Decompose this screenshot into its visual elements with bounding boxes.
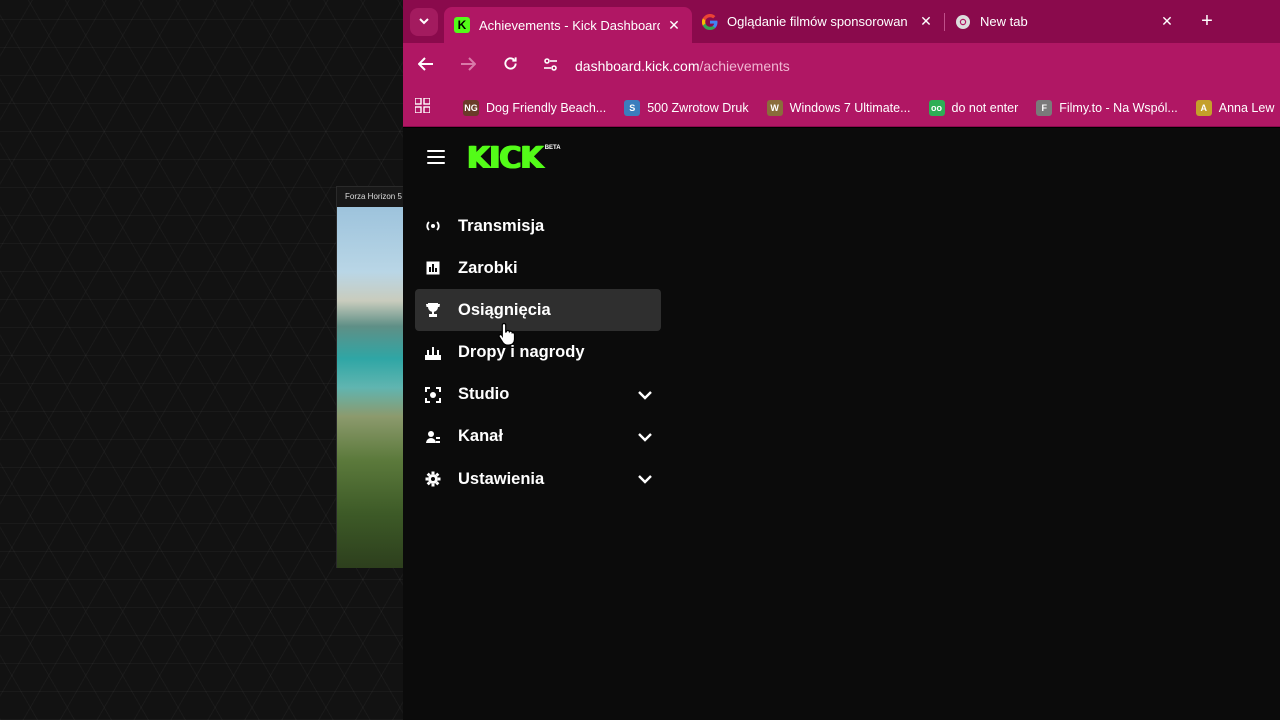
bookmark-label: Filmy.to - Na Wspól... bbox=[1059, 100, 1178, 115]
bookmark-label: Dog Friendly Beach... bbox=[486, 100, 607, 115]
new-tab-button[interactable]: + bbox=[1193, 10, 1221, 33]
close-icon[interactable]: ✕ bbox=[1159, 13, 1175, 30]
broadcast-icon bbox=[424, 217, 442, 235]
bookmark-favicon-icon: F bbox=[1036, 99, 1053, 116]
tab-achievements[interactable]: K Achievements - Kick Dashboard ✕ bbox=[444, 7, 692, 43]
trophy-icon bbox=[424, 301, 442, 319]
site-info-button[interactable] bbox=[543, 58, 565, 74]
forward-button[interactable] bbox=[449, 56, 487, 76]
sidebar-item-trophy[interactable]: Osiągnięcia bbox=[415, 289, 661, 332]
back-arrow-icon bbox=[417, 57, 433, 71]
sidebar-item-label: Transmisja bbox=[458, 216, 545, 235]
address-bar[interactable]: dashboard.kick.com/achievements bbox=[575, 58, 790, 74]
bookmark-favicon-icon: NG bbox=[463, 99, 479, 116]
sidebar-item-label: Osiągnięcia bbox=[458, 300, 551, 319]
forward-arrow-icon bbox=[461, 57, 477, 71]
chevron-down-icon[interactable] bbox=[637, 471, 653, 487]
sidebar-item-channel[interactable]: Kanał bbox=[415, 416, 661, 458]
close-icon[interactable]: ✕ bbox=[918, 13, 934, 30]
browser-window: K Achievements - Kick Dashboard ✕ Ogląda… bbox=[403, 0, 1280, 720]
chevron-down-icon[interactable] bbox=[637, 387, 653, 403]
tab-google[interactable]: Oglądanie filmów sponsorowan ✕ bbox=[692, 0, 944, 43]
top-navigation: KICK BETA bbox=[403, 128, 1280, 190]
bookmark-favicon-icon: W bbox=[766, 99, 783, 116]
tune-icon bbox=[544, 58, 557, 71]
browser-toolbar: dashboard.kick.com/achievements bbox=[403, 43, 1280, 89]
kick-logo[interactable]: KICK BETA bbox=[467, 142, 561, 176]
bookmark-label: 500 Zwrotow Druk bbox=[647, 100, 749, 115]
chrome-icon bbox=[955, 14, 971, 30]
bookmark-favicon-icon: A bbox=[1195, 99, 1212, 116]
sidebar-item-earnings-chart[interactable]: Zarobki bbox=[415, 247, 661, 289]
sidebar-item-label: Zarobki bbox=[458, 258, 518, 277]
tab-label: Achievements - Kick Dashboard bbox=[479, 17, 660, 33]
tab-label: New tab bbox=[980, 14, 1028, 29]
bookmark-label: do not enter bbox=[951, 100, 1019, 115]
apps-grid-icon[interactable] bbox=[414, 97, 445, 117]
chevron-down-icon bbox=[419, 18, 429, 25]
hamburger-menu-icon[interactable] bbox=[427, 150, 445, 164]
back-button[interactable] bbox=[407, 56, 445, 76]
tab-label: Oglądanie filmów sponsorowan bbox=[727, 14, 908, 29]
sidebar-item-studio[interactable]: Studio bbox=[415, 374, 661, 416]
bookmark-label: Anna Lew bbox=[1218, 100, 1275, 115]
bookmark-item[interactable]: F Filmy.to - Na Wspól... bbox=[1036, 99, 1178, 116]
bookmark-item[interactable]: S 500 Zwrotow Druk bbox=[624, 99, 749, 116]
kick-dashboard-page: KICK BETA Transmisja Zarobki Osiągnięcia Dr… bbox=[403, 128, 1280, 720]
reload-button[interactable] bbox=[491, 56, 529, 76]
url-host: dashboard.kick.com bbox=[575, 58, 700, 74]
bookmark-item[interactable]: NG Dog Friendly Beach... bbox=[463, 99, 607, 116]
bookmark-favicon-icon: oo bbox=[928, 99, 945, 116]
sidebar-item-broadcast[interactable]: Transmisja bbox=[415, 205, 661, 247]
sidebar-item-label: Dropy i nagrody bbox=[458, 343, 585, 362]
gear-icon bbox=[424, 470, 442, 488]
sidebar-item-gear[interactable]: Ustawienia bbox=[415, 458, 661, 500]
studio-icon bbox=[424, 386, 442, 404]
dashboard-sidebar: Transmisja Zarobki Osiągnięcia Dropy i nagr… bbox=[415, 205, 661, 500]
bookmark-item[interactable]: W Windows 7 Ultimate... bbox=[766, 99, 911, 116]
bookmark-item[interactable]: oo do not enter bbox=[928, 99, 1019, 116]
sidebar-item-label: Studio bbox=[458, 385, 510, 404]
google-icon bbox=[702, 13, 718, 30]
url-path: /achievements bbox=[699, 58, 790, 74]
sidebar-item-label: Kanał bbox=[458, 427, 503, 446]
close-icon[interactable]: ✕ bbox=[666, 17, 682, 34]
bookmark-favicon-icon: S bbox=[624, 99, 641, 116]
tab-new-tab[interactable]: New tab ✕ bbox=[945, 0, 1185, 43]
bookmarks-bar: NG Dog Friendly Beach... S 500 Zwrotow Druk… bbox=[403, 89, 1280, 127]
bookmark-item[interactable]: A Anna Lew bbox=[1195, 99, 1275, 116]
drops-icon bbox=[424, 344, 442, 362]
sidebar-item-label: Ustawienia bbox=[458, 469, 545, 488]
sidebar-item-drops[interactable]: Dropy i nagrody bbox=[415, 332, 661, 374]
chevron-down-icon[interactable] bbox=[637, 429, 653, 445]
logo-text: KICK bbox=[467, 141, 544, 176]
tab-bar: K Achievements - Kick Dashboard ✕ Ogląda… bbox=[403, 0, 1280, 43]
channel-icon bbox=[424, 428, 442, 446]
beta-badge: BETA bbox=[544, 145, 561, 151]
bookmark-label: Windows 7 Ultimate... bbox=[789, 100, 911, 115]
kick-icon: K bbox=[454, 17, 470, 33]
tab-search-button[interactable] bbox=[410, 7, 438, 36]
reload-icon bbox=[503, 57, 517, 70]
earnings-chart-icon bbox=[424, 259, 442, 277]
